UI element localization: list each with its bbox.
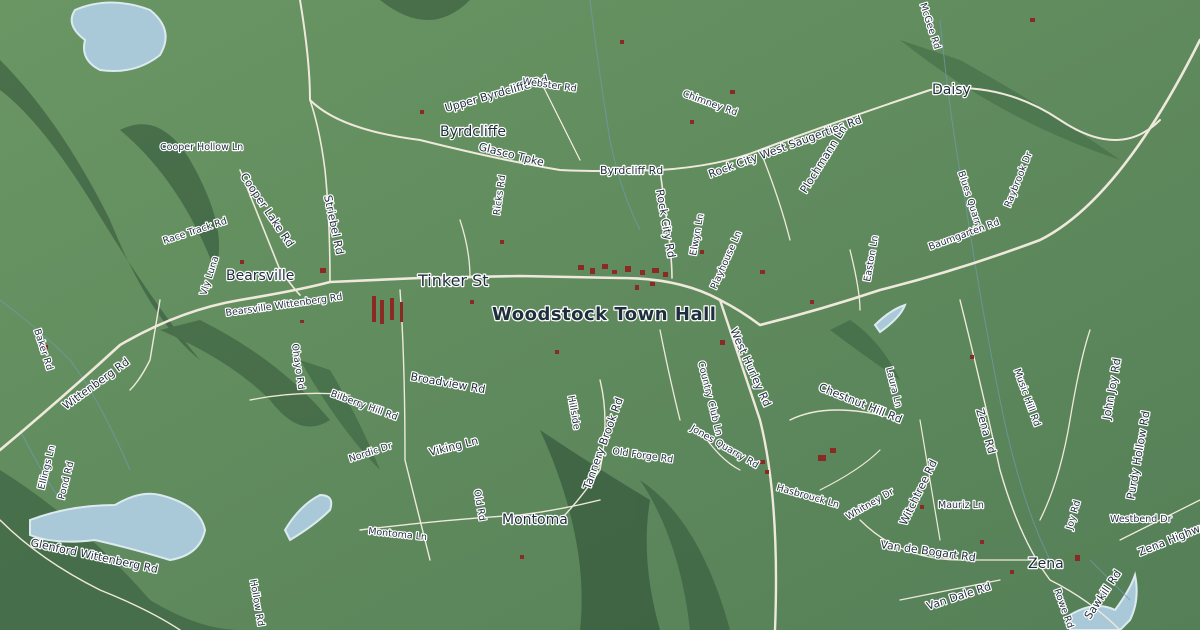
label-bearsville[interactable]: Bearsville xyxy=(225,267,296,285)
label-mauriz-ln[interactable]: Mauriz Ln xyxy=(937,499,985,512)
label-tinker-st[interactable]: Tinker St xyxy=(416,270,490,291)
map-canvas[interactable]: Woodstock Town Hall Tinker St Bearsville… xyxy=(0,0,1200,630)
label-montoma[interactable]: Montoma xyxy=(501,511,569,529)
label-zena[interactable]: Zena xyxy=(1027,555,1065,573)
label-westbend-dr[interactable]: Westbend Dr xyxy=(1109,513,1173,526)
label-byrdcliffe[interactable]: Byrdcliffe xyxy=(439,123,507,141)
label-cooper-hollow-ln[interactable]: Cooper Hollow Ln xyxy=(159,141,245,154)
topographic-map[interactable]: Woodstock Town Hall Tinker St Bearsville… xyxy=(0,0,1200,630)
label-woodstock-town-hall[interactable]: Woodstock Town Hall xyxy=(491,303,717,326)
label-byrdcliff-rd[interactable]: Byrdcliff Rd xyxy=(599,163,665,178)
label-daisy[interactable]: Daisy xyxy=(931,81,972,99)
